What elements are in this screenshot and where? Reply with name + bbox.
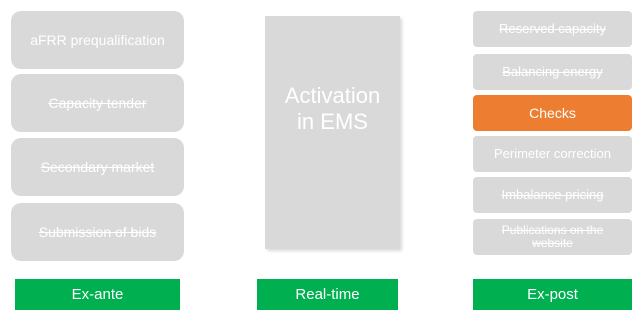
right-step-checks: Checks	[473, 95, 632, 131]
left-step-afrr-prequalification: aFRR prequalification	[11, 11, 184, 69]
right-step-label: Balancing energy	[502, 64, 603, 80]
right-step-label: Reserved capacity	[499, 21, 606, 37]
right-step-publications-on-website: Publications on the website	[473, 219, 632, 255]
right-step-perimeter-correction: Perimeter correction	[473, 136, 632, 172]
left-step-label: Secondary market	[40, 158, 155, 175]
right-step-reserved-capacity: Reserved capacity	[473, 11, 632, 47]
right-step-label: Checks	[529, 104, 576, 121]
ex-ante-label: Ex-ante	[15, 279, 180, 310]
right-step-balancing-energy: Balancing energy	[473, 54, 632, 90]
ex-post-label: Ex-post	[473, 279, 632, 310]
left-step-secondary-market: Secondary market	[11, 138, 184, 196]
right-step-label: Perimeter correction	[493, 146, 612, 162]
real-time-label: Real-time	[257, 279, 398, 310]
left-step-label: Submission of bids	[38, 223, 157, 240]
right-step-imbalance-pricing: Imbalance pricing	[473, 177, 632, 213]
left-step-capacity-tender: Capacity tender	[11, 74, 184, 132]
right-step-label: Imbalance pricing	[501, 187, 604, 203]
activation-in-ems-box: Activation in EMS	[265, 16, 400, 249]
right-step-label: Publications on the website	[501, 223, 604, 250]
left-step-submission-of-bids: Submission of bids	[11, 203, 184, 261]
left-step-label: Capacity tender	[48, 94, 147, 111]
left-step-label: aFRR prequalification	[30, 31, 165, 48]
